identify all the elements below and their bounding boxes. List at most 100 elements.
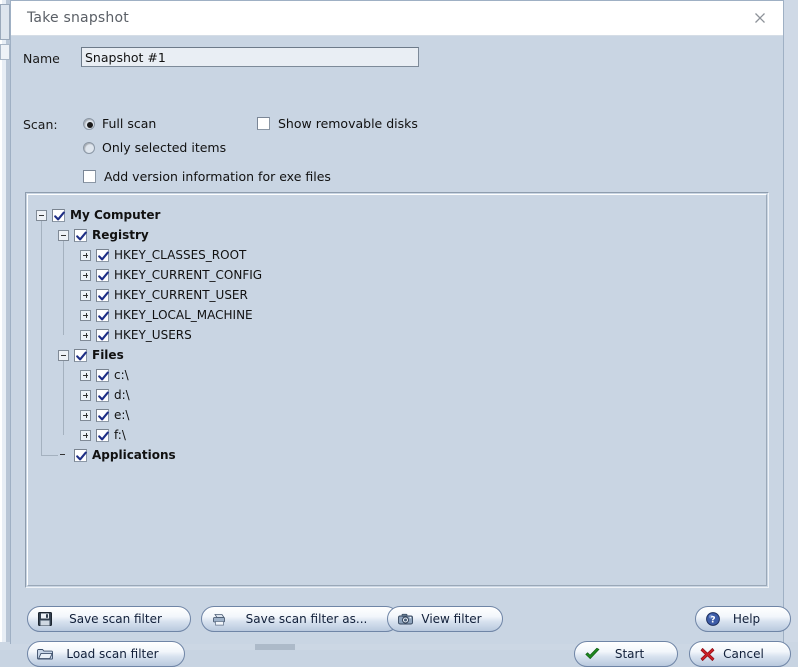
tree-node-label: Registry (92, 228, 149, 242)
tree-node[interactable]: HKEY_CLASSES_ROOT (80, 245, 246, 265)
tree-node-label: My Computer (70, 208, 160, 222)
collapse-icon[interactable] (36, 210, 47, 221)
tree-node-checkbox[interactable] (96, 369, 109, 382)
tree-node-checkbox[interactable] (96, 309, 109, 322)
radio-only-selected-items[interactable]: Only selected items (83, 140, 226, 155)
tree-connector (41, 221, 42, 455)
collapse-icon[interactable] (58, 230, 69, 241)
tree-node[interactable]: f:\ (80, 425, 126, 445)
tree-node[interactable]: e:\ (80, 405, 129, 425)
save-scan-filter-button[interactable]: Save scan filter (27, 606, 191, 632)
tree-node[interactable]: HKEY_CURRENT_CONFIG (80, 265, 262, 285)
tree-node[interactable]: My Computer (36, 205, 160, 225)
tree-node-label: HKEY_CURRENT_CONFIG (114, 268, 262, 282)
collapse-icon[interactable] (58, 350, 69, 361)
scan-label: Scan: (23, 117, 58, 132)
checkbox-add-version-label: Add version information for exe files (104, 169, 331, 184)
tree-node[interactable]: Registry (58, 225, 149, 245)
radio-full-scan-label: Full scan (102, 116, 156, 131)
dialog-titlebar: Take snapshot (11, 1, 783, 36)
expand-icon[interactable] (80, 410, 91, 421)
tree-node-label: Files (92, 348, 124, 362)
tree-connector (41, 455, 58, 456)
dialog-body: Name Scan: Full scan Only selected items… (11, 36, 783, 644)
floppy-disk-icon (35, 609, 55, 629)
start-button[interactable]: Start (574, 641, 678, 667)
expand-icon[interactable] (80, 250, 91, 261)
folder-icon (35, 644, 55, 664)
tree-node-label: HKEY_CURRENT_USER (114, 288, 248, 302)
dialog-title: Take snapshot (27, 10, 129, 26)
tree-node-checkbox[interactable] (96, 329, 109, 342)
tree-node-label: c:\ (114, 368, 129, 382)
expand-icon[interactable] (80, 330, 91, 341)
expand-icon[interactable] (80, 370, 91, 381)
tree-node[interactable]: HKEY_CURRENT_USER (80, 285, 248, 305)
tree-node-checkbox[interactable] (74, 349, 87, 362)
tree-node-checkbox[interactable] (96, 409, 109, 422)
save-scan-filter-as-button[interactable]: Save scan filter as... (201, 606, 399, 632)
tree-node-label: Applications (92, 448, 176, 462)
red-cross-icon (697, 644, 717, 664)
question-globe-icon: ? (703, 609, 723, 629)
background-window-left (0, 0, 10, 650)
tree-node-label: f:\ (114, 428, 126, 442)
tree-node-checkbox[interactable] (96, 389, 109, 402)
name-row: Name (23, 47, 771, 69)
snapshot-name-input[interactable] (81, 47, 419, 67)
tree-node-checkbox[interactable] (74, 229, 87, 242)
radio-full-scan[interactable]: Full scan (83, 116, 156, 131)
close-icon[interactable] (745, 7, 775, 29)
load-scan-filter-button[interactable]: Load scan filter (27, 641, 185, 667)
tree-node-checkbox[interactable] (96, 429, 109, 442)
tree-node-label: d:\ (114, 388, 130, 402)
expand-icon[interactable] (80, 270, 91, 281)
background-widget (0, 4, 10, 40)
green-check-icon (582, 644, 602, 664)
expand-icon[interactable] (80, 290, 91, 301)
cancel-button[interactable]: Cancel (689, 641, 791, 667)
help-label: Help (723, 612, 790, 626)
tree-node[interactable]: c:\ (80, 365, 129, 385)
radio-indicator (83, 118, 95, 130)
checkbox-indicator (257, 117, 270, 130)
cancel-label: Cancel (717, 647, 790, 661)
scan-items-tree: My Computer Registry HKEY_CLASSES_ROOT HKEY… (27, 194, 767, 586)
tree-node-checkbox[interactable] (52, 209, 65, 222)
tree-connector (63, 241, 64, 335)
checkbox-indicator (83, 170, 96, 183)
tree-node[interactable]: Applications (58, 445, 176, 465)
expand-icon[interactable] (80, 310, 91, 321)
tree-node[interactable]: d:\ (80, 385, 130, 405)
help-button[interactable]: ? Help (695, 606, 791, 632)
checkbox-add-version-information[interactable]: Add version information for exe files (83, 169, 331, 184)
tree-node-label: HKEY_USERS (114, 328, 192, 342)
scan-items-tree-panel[interactable]: My Computer Registry HKEY_CLASSES_ROOT HKEY… (25, 192, 769, 588)
radio-indicator (83, 142, 95, 154)
svg-text:?: ? (710, 616, 715, 626)
tree-node[interactable]: Files (58, 345, 124, 365)
tree-node-checkbox[interactable] (96, 289, 109, 302)
expand-icon[interactable] (80, 430, 91, 441)
tree-node-label: HKEY_LOCAL_MACHINE (114, 308, 253, 322)
load-scan-filter-label: Load scan filter (55, 647, 184, 661)
save-scan-filter-label: Save scan filter (55, 612, 190, 626)
tree-connector (63, 361, 64, 435)
view-filter-button[interactable]: View filter (387, 606, 503, 632)
printer-icon (209, 609, 229, 629)
tree-node-checkbox[interactable] (96, 269, 109, 282)
checkbox-show-removable-disks[interactable]: Show removable disks (257, 116, 418, 131)
start-label: Start (602, 647, 677, 661)
tree-node-label: HKEY_CLASSES_ROOT (114, 248, 246, 262)
camera-icon (395, 609, 415, 629)
tree-node[interactable]: HKEY_LOCAL_MACHINE (80, 305, 253, 325)
tree-node-checkbox[interactable] (74, 449, 87, 462)
expand-icon[interactable] (80, 390, 91, 401)
save-scan-filter-as-label: Save scan filter as... (229, 612, 398, 626)
radio-only-selected-label: Only selected items (102, 140, 226, 155)
background-widget (0, 44, 10, 60)
tree-node[interactable]: HKEY_USERS (80, 325, 192, 345)
name-label: Name (23, 51, 60, 66)
tree-node-checkbox[interactable] (96, 249, 109, 262)
tree-node-label: e:\ (114, 408, 129, 422)
